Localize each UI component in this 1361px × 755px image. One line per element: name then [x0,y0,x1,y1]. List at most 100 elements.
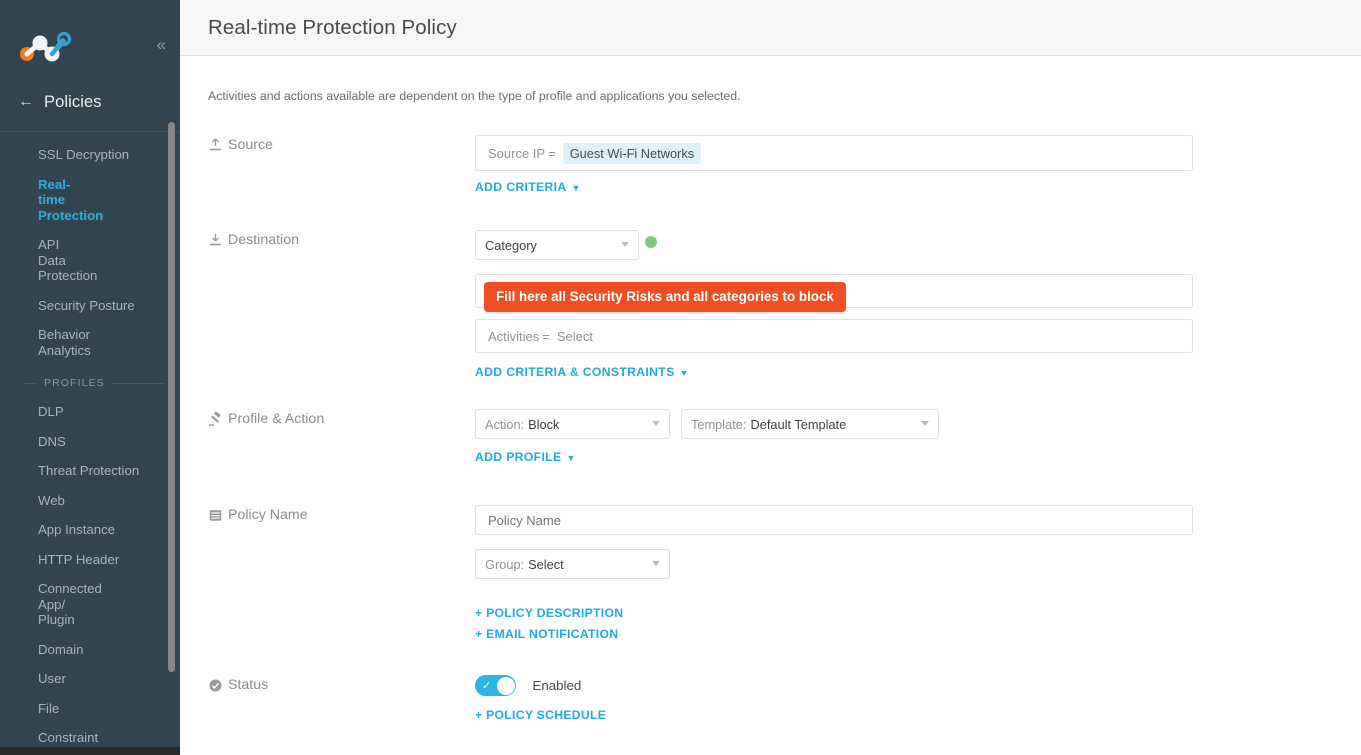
profile-action-label-col: Profile & Action [208,409,475,466]
status-field-col: ✓ Enabled + POLICY SCHEDULE [475,675,1361,722]
action-select-value: Block [528,416,560,432]
profile-action-section-label: Profile & Action [208,411,475,427]
add-criteria-label: ADD CRITERIA [475,180,567,194]
sidebar: « ← Policies SSL Decryption Real-time Pro… [0,0,180,755]
form-hint-text: Activities and actions available are dep… [208,89,741,103]
chevron-down-icon: ▼ [571,182,581,193]
source-label-text: Source [228,137,273,153]
section-rule-left [24,382,36,384]
activities-field-name: Activities [488,328,540,344]
chevron-down-icon [921,421,929,426]
sidebar-title: Policies [44,92,102,111]
chevron-down-icon: ▼ [566,452,576,463]
toggle-knob[interactable] [496,676,515,695]
sidebar-item-domain[interactable]: Domain [0,635,180,665]
upload-tray-icon [208,137,222,153]
status-section: Status ✓ Enabled + POLICY SCHEDULE [180,675,1361,722]
sidebar-back-to-policies[interactable]: ← Policies [0,84,180,120]
policy-name-section: Policy Name Group: Select + POLICY DESCR… [180,505,1361,645]
sidebar-section-profiles: PROFILES [0,365,180,397]
policy-description-link[interactable]: + POLICY DESCRIPTION [475,603,1361,624]
sidebar-item-api-data-protection[interactable]: API Data Protection [0,230,104,291]
add-criteria-constraints-label: ADD CRITERIA & CONSTRAINTS [475,365,675,379]
chevron-down-icon [652,421,660,426]
destination-activities-field[interactable]: Activities = Select [475,319,1193,353]
sidebar-item-threat-protection[interactable]: Threat Protection [0,456,180,486]
chevron-down-icon [621,242,629,247]
sidebar-item-connected-app-plugin[interactable]: Connected App/Plugin [0,574,110,635]
add-profile-label: ADD PROFILE [475,450,562,464]
sidebar-item-http-header[interactable]: HTTP Header [0,545,180,575]
activities-field-operator: = [542,328,550,344]
sidebar-item-user[interactable]: User [0,664,180,694]
gavel-icon [208,411,222,427]
source-criteria-name: Source IP [488,145,546,161]
status-toggle-label: Enabled [532,678,582,693]
template-select-label: Template: [691,416,747,432]
source-criteria-field[interactable]: Source IP = Guest Wi-Fi Networks [475,135,1193,171]
arrow-left-icon[interactable]: ← [18,94,34,110]
policy-name-input[interactable] [475,505,1193,535]
destination-category-value: Category [485,237,537,253]
green-status-dot [645,236,657,248]
policy-schedule-link[interactable]: + POLICY SCHEDULE [475,708,1361,722]
page-title: Real-time Protection Policy [208,16,457,39]
check-circle-icon [208,677,222,693]
source-section-label: Source [208,137,475,153]
source-criteria-operator: = [548,145,556,161]
sidebar-scrollbar-thumb[interactable] [168,122,175,672]
download-tray-icon [208,232,222,248]
add-profile-button[interactable]: ADD PROFILE ▼ [475,450,576,464]
status-section-label: Status [208,677,475,693]
chevron-down-icon: ▼ [679,367,689,378]
add-criteria-constraints-button[interactable]: ADD CRITERIA & CONSTRAINTS ▼ [475,365,689,379]
status-label-col: Status [208,675,475,722]
policy-name-field-col: Group: Select + POLICY DESCRIPTION + EMA… [475,505,1361,645]
group-select[interactable]: Group: Select [475,549,670,579]
policy-name-label-text: Policy Name [228,507,308,523]
sidebar-nav: SSL Decryption Real-time Protection API D… [0,132,180,755]
destination-field-col: Category Fill here all Security Risks an… [475,230,1361,381]
sidebar-item-behavior-analytics[interactable]: Behavior Analytics [0,320,104,365]
profile-action-label-text: Profile & Action [228,411,325,427]
sidebar-header: « [0,0,180,84]
sidebar-item-file[interactable]: File [0,694,180,724]
sidebar-item-app-instance[interactable]: App Instance [0,515,180,545]
sidebar-item-ssl-decryption[interactable]: SSL Decryption [0,140,180,170]
template-select[interactable]: Template: Default Template [681,409,939,439]
sidebar-item-dlp[interactable]: DLP [0,397,180,427]
template-select-value: Default Template [750,416,847,432]
group-select-value: Select [528,556,564,572]
destination-section-label: Destination [208,232,475,248]
source-criteria-value-tag[interactable]: Guest Wi-Fi Networks [562,142,702,164]
destination-section: Destination Category Fill here all Secur… [180,230,1361,381]
email-notification-link[interactable]: + EMAIL NOTIFICATION [475,624,1361,645]
sidebar-item-web[interactable]: Web [0,486,180,516]
status-label-text: Status [228,677,269,693]
destination-category-select[interactable]: Category [475,230,639,260]
status-toggle-row: ✓ Enabled [475,675,1361,696]
status-toggle[interactable]: ✓ [475,675,516,696]
page-header: Real-time Protection Policy [180,0,1361,56]
sidebar-bottom-edge [0,747,180,755]
source-label-col: Source [208,135,475,196]
main-content: Activities and actions available are dep… [180,56,1361,755]
sidebar-item-dns[interactable]: DNS [0,427,180,457]
source-field-col: Source IP = Guest Wi-Fi Networks ✕ ADD C… [475,135,1361,196]
annotation-callout: Fill here all Security Risks and all cat… [484,282,846,312]
check-icon: ✓ [482,679,492,692]
sidebar-item-real-time-protection[interactable]: Real-time Protection [0,170,104,231]
group-select-label: Group: [485,556,525,572]
sidebar-item-security-posture[interactable]: Security Posture [0,291,180,321]
profile-action-field-col: Action: Block Template: Default Template… [475,409,1361,466]
chevron-double-left-icon[interactable]: « [157,36,166,53]
policy-name-label-col: Policy Name [208,505,475,645]
activities-field-value: Select [556,328,594,344]
document-lines-icon [208,507,222,523]
policy-name-section-label: Policy Name [208,507,475,523]
profile-action-section: Profile & Action Action: Block Template:… [180,409,1361,466]
action-select[interactable]: Action: Block [475,409,670,439]
add-criteria-button[interactable]: ADD CRITERIA ▼ [475,180,581,194]
action-select-label: Action: [485,416,525,432]
netskope-logo-icon[interactable] [16,30,72,62]
